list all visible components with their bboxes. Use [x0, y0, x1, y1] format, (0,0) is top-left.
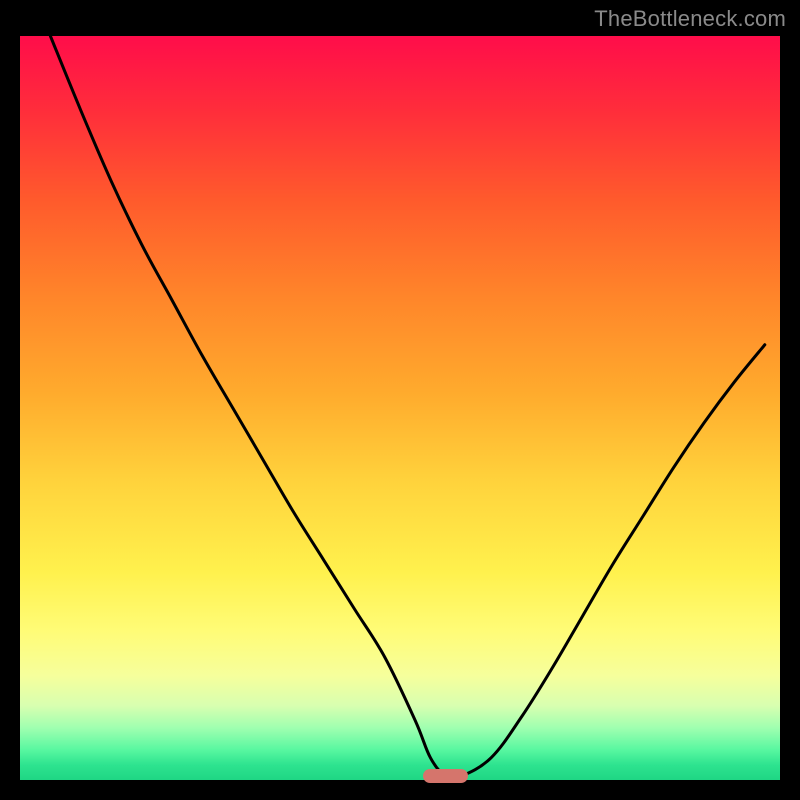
bottleneck-curve	[20, 36, 780, 780]
optimal-range-marker	[423, 769, 469, 783]
plot-area	[20, 36, 780, 780]
chart-frame: TheBottleneck.com	[0, 0, 800, 800]
watermark-text: TheBottleneck.com	[594, 6, 786, 32]
